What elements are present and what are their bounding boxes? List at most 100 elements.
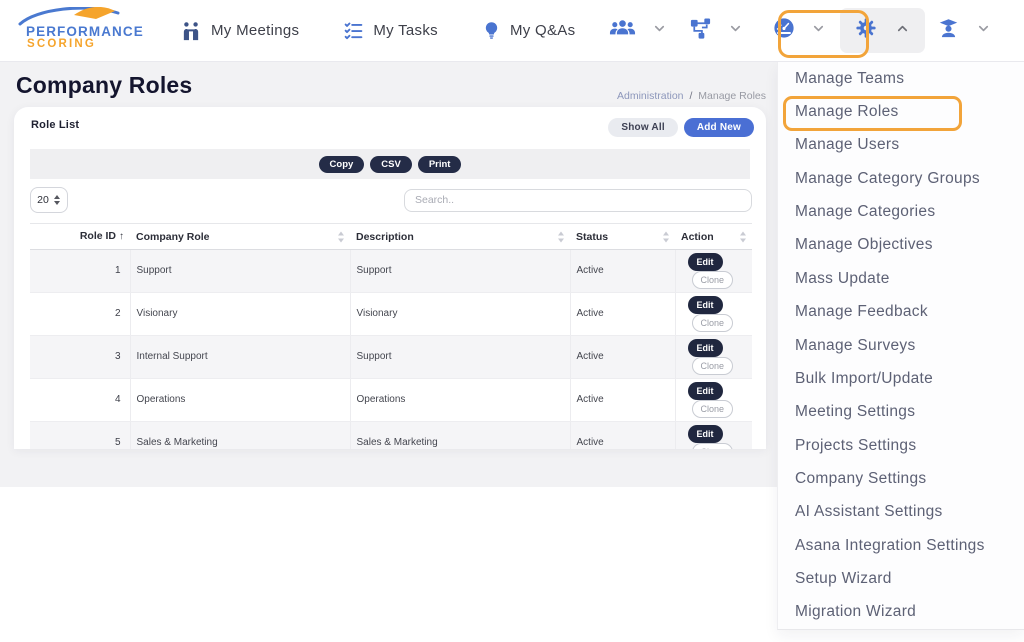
page-size-select[interactable]: 20 <box>30 187 68 213</box>
sort-icon <box>557 231 565 242</box>
gauge-icon <box>773 17 795 44</box>
menu-item[interactable]: Asana Integration Settings <box>778 529 1024 562</box>
menu-item[interactable]: Mass Update <box>778 262 1024 295</box>
nav-my-qas-label: My Q&As <box>510 22 575 39</box>
gear-icon <box>855 17 877 44</box>
cell-description: Support <box>350 250 570 293</box>
header-company-role[interactable]: Company Role <box>130 224 350 250</box>
edit-button[interactable]: Edit <box>688 425 723 443</box>
lightbulb-icon <box>482 20 501 41</box>
chevron-down-icon <box>976 21 991 41</box>
menu-item[interactable]: Manage Categories <box>778 195 1024 228</box>
nav-my-meetings-label: My Meetings <box>211 22 299 39</box>
menu-item[interactable]: Bulk Import/Update <box>778 362 1024 395</box>
copy-button[interactable]: Copy <box>319 156 365 173</box>
nav-my-qas[interactable]: My Q&As <box>482 20 575 41</box>
menu-item[interactable]: Manage Category Groups <box>778 162 1024 195</box>
table-row: 1 Support Support Active Edit Clone <box>30 250 752 293</box>
cell-action: Edit Clone <box>675 379 752 422</box>
nav-my-meetings[interactable]: My Meetings <box>180 20 299 42</box>
table-row: 5 Sales & Marketing Sales & Marketing Ac… <box>30 422 752 450</box>
cell-company-role: Sales & Marketing <box>130 422 350 450</box>
cell-action: Edit Clone <box>675 422 752 450</box>
sort-icon <box>662 231 670 242</box>
top-nav: PERFORMANCE SCORING My Meetings <box>0 0 1024 62</box>
screenshot-root: PERFORMANCE SCORING My Meetings <box>0 0 1024 642</box>
table-controls: 20 <box>14 187 766 213</box>
sort-icon <box>739 231 747 242</box>
sort-asc-icon: ↑ <box>119 231 124 242</box>
menu-item[interactable]: Manage Roles <box>778 95 1024 128</box>
menu-item[interactable]: Setup Wizard <box>778 562 1024 595</box>
menu-item[interactable]: Company Settings <box>778 462 1024 495</box>
cell-role-id: 2 <box>30 293 130 336</box>
header-role-id[interactable]: Role ID↑ <box>30 224 130 250</box>
export-toolbar: Copy CSV Print <box>30 149 750 179</box>
breadcrumb-current: Manage Roles <box>698 90 766 102</box>
chevron-down-icon <box>652 21 667 41</box>
menu-item[interactable]: Manage Surveys <box>778 329 1024 362</box>
settings-menu-items: Manage TeamsManage RolesManage UsersMana… <box>778 62 1024 629</box>
chevron-down-icon <box>811 21 826 41</box>
brand-logo[interactable]: PERFORMANCE SCORING <box>14 7 152 55</box>
brand-name-line2: SCORING <box>27 38 96 50</box>
menu-item[interactable]: Meeting Settings <box>778 396 1024 429</box>
chevron-down-icon <box>728 21 743 41</box>
nav-account-dropdown[interactable] <box>937 17 991 44</box>
cell-description: Visionary <box>350 293 570 336</box>
meetings-icon <box>180 20 202 42</box>
clone-button[interactable]: Clone <box>692 271 734 289</box>
cell-description: Sales & Marketing <box>350 422 570 450</box>
cell-status: Active <box>570 379 675 422</box>
edit-button[interactable]: Edit <box>688 339 723 357</box>
card-header: Role List Show All Add New <box>14 107 766 147</box>
nav-settings-dropdown[interactable] <box>840 8 925 53</box>
csv-button[interactable]: CSV <box>370 156 412 173</box>
clone-button[interactable]: Clone <box>692 400 734 418</box>
cell-role-id: 3 <box>30 336 130 379</box>
table-row: 3 Internal Support Support Active Edit C… <box>30 336 752 379</box>
cell-action: Edit Clone <box>675 250 752 293</box>
header-status[interactable]: Status <box>570 224 675 250</box>
cell-company-role: Operations <box>130 379 350 422</box>
cell-description: Operations <box>350 379 570 422</box>
table-row: 4 Operations Operations Active Edit Clon… <box>30 379 752 422</box>
menu-item[interactable]: Manage Users <box>778 129 1024 162</box>
edit-button[interactable]: Edit <box>688 253 723 271</box>
cell-action: Edit Clone <box>675 336 752 379</box>
cell-company-role: Visionary <box>130 293 350 336</box>
tasks-icon <box>343 20 364 41</box>
page-size-value: 20 <box>37 194 49 206</box>
breadcrumb-section[interactable]: Administration <box>617 90 684 102</box>
settings-menu: Manage TeamsManage RolesManage UsersMana… <box>777 62 1024 630</box>
search-input[interactable] <box>404 189 752 212</box>
cell-role-id: 1 <box>30 250 130 293</box>
cell-status: Active <box>570 422 675 450</box>
sort-icon <box>337 231 345 242</box>
menu-item[interactable]: Migration Wizard <box>778 596 1024 629</box>
menu-item[interactable]: Projects Settings <box>778 429 1024 462</box>
cell-description: Support <box>350 336 570 379</box>
show-all-button[interactable]: Show All <box>608 118 677 137</box>
edit-button[interactable]: Edit <box>688 296 723 314</box>
role-list-card: Role List Show All Add New Copy CSV Prin… <box>14 107 766 449</box>
cell-status: Active <box>570 250 675 293</box>
nav-users-dropdown[interactable] <box>609 17 667 44</box>
brand-name-line1: PERFORMANCE <box>26 24 144 39</box>
nav-org-dropdown[interactable] <box>689 17 743 45</box>
header-action[interactable]: Action <box>675 224 752 250</box>
nav-my-tasks[interactable]: My Tasks <box>343 20 438 41</box>
add-new-button[interactable]: Add New <box>684 118 754 137</box>
clone-button[interactable]: Clone <box>692 314 734 332</box>
clone-button[interactable]: Clone <box>692 357 734 375</box>
print-button[interactable]: Print <box>418 156 462 173</box>
nav-dashboard-dropdown[interactable] <box>773 17 826 44</box>
edit-button[interactable]: Edit <box>688 382 723 400</box>
header-description[interactable]: Description <box>350 224 570 250</box>
menu-item[interactable]: Manage Teams <box>778 62 1024 95</box>
menu-item[interactable]: AI Assistant Settings <box>778 496 1024 529</box>
menu-item[interactable]: Manage Feedback <box>778 296 1024 329</box>
menu-item[interactable]: Manage Objectives <box>778 229 1024 262</box>
clone-button[interactable]: Clone <box>692 443 734 449</box>
cell-company-role: Support <box>130 250 350 293</box>
